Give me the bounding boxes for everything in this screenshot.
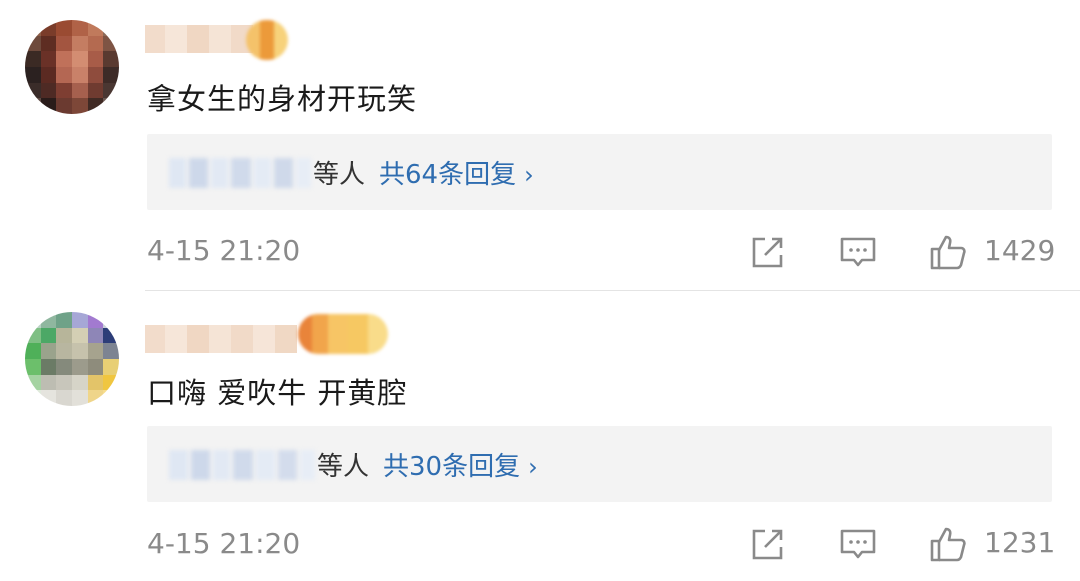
- timestamp: 4-15 21:20: [147, 527, 301, 560]
- like-count: 1231: [984, 526, 1056, 559]
- reply-button[interactable]: [838, 232, 878, 272]
- comment-text: 口嗨 爱吹牛 开黄腔: [147, 376, 408, 410]
- reply-usernames-blurred: [169, 158, 312, 188]
- view-replies-link[interactable]: 共64条回复 ›: [379, 154, 534, 191]
- comment-item: 拿女生的身材开玩笑 等人 共64条回复 › 4-15 21:20 1429: [0, 0, 1080, 292]
- reply-button[interactable]: [838, 524, 878, 564]
- like-count: 1429: [984, 234, 1056, 267]
- like-button[interactable]: [928, 232, 968, 272]
- vip-badge: [246, 20, 288, 60]
- comment-icon: [840, 529, 876, 559]
- share-button[interactable]: [748, 524, 788, 564]
- view-replies-link[interactable]: 共30条回复 ›: [383, 446, 538, 483]
- chevron-right-icon: ›: [524, 161, 534, 189]
- reply-count-text: 共64条回复: [379, 160, 517, 190]
- share-icon: [752, 529, 783, 560]
- like-button[interactable]: [928, 524, 968, 564]
- reply-usernames-blurred: [169, 450, 316, 480]
- timestamp: 4-15 21:20: [147, 234, 301, 267]
- reply-summary[interactable]: 等人 共30条回复 ›: [147, 426, 1052, 502]
- share-button[interactable]: [748, 232, 788, 272]
- comment-text: 拿女生的身材开玩笑: [147, 82, 418, 116]
- chevron-right-icon: ›: [528, 453, 538, 481]
- share-icon: [752, 237, 783, 268]
- reply-label: 等人: [313, 160, 366, 190]
- avatar[interactable]: [25, 20, 119, 114]
- avatar[interactable]: [25, 312, 119, 406]
- reply-count-text: 共30条回复: [383, 452, 521, 482]
- comment-item: 口嗨 爱吹牛 开黄腔 等人 共30条回复 › 4-15 21:20 1231: [0, 292, 1080, 581]
- comment-icon: [840, 237, 876, 267]
- thumbs-up-icon: [930, 527, 966, 562]
- thumbs-up-icon: [930, 235, 966, 270]
- username-blurred[interactable]: [145, 324, 297, 354]
- divider: [145, 290, 1080, 291]
- reply-label: 等人: [317, 452, 370, 482]
- reply-summary[interactable]: 等人 共64条回复 ›: [147, 134, 1052, 210]
- vip-badge: [298, 314, 388, 354]
